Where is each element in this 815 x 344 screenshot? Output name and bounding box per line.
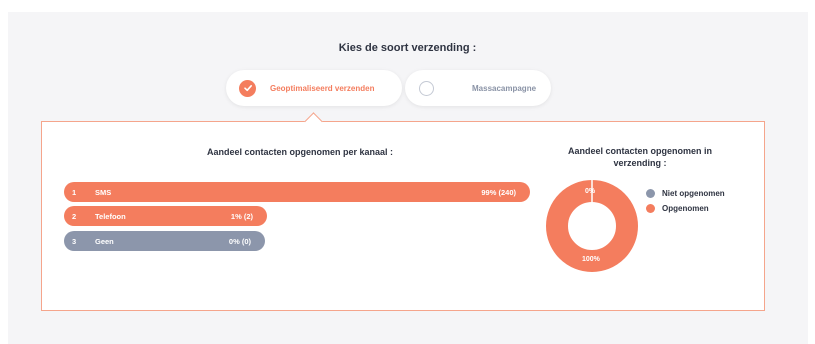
donut-label-bottom: 100% <box>582 256 600 263</box>
channel-share-title: Aandeel contacten opgenomen per kanaal : <box>206 147 394 157</box>
channel-bar-geen: 3 Geen 0% (0) <box>64 231 265 251</box>
channel-rank: 2 <box>72 211 77 221</box>
channel-rank: 1 <box>72 187 77 197</box>
radio-unchecked-icon <box>419 80 434 96</box>
send-share-title-line1: Aandeel contacten opgenomen in <box>567 146 713 156</box>
channel-name: Telefoon <box>95 211 126 221</box>
legend-label: Niet opgenomen <box>662 189 725 198</box>
legend-label: Opgenomen <box>662 204 709 213</box>
option-mass-campaign[interactable]: Massacampagne <box>405 70 551 106</box>
channel-bar-sms: 1 SMS 99% (240) <box>64 182 530 202</box>
channel-rank: 3 <box>72 236 77 246</box>
legend-item-not-taken: Niet opgenomen <box>646 189 725 198</box>
channel-name: SMS <box>95 187 112 197</box>
channel-value: 0% (0) <box>228 236 251 246</box>
send-type-heading: Kies de soort verzending : <box>338 42 477 54</box>
channel-value: 1% (2) <box>230 211 253 221</box>
option-optimized-send[interactable]: Geoptimaliseerd verzenden <box>226 70 402 106</box>
channel-bar-telefoon: 2 Telefoon 1% (2) <box>64 206 267 226</box>
option-optimized-label: Geoptimaliseerd verzenden <box>270 83 375 93</box>
send-share-title: Aandeel contacten opgenomen in verzendin… <box>545 145 735 169</box>
channel-value: 99% (240) <box>481 187 516 197</box>
donut-label-top: 0% <box>585 188 596 195</box>
legend-item-taken: Opgenomen <box>646 204 709 213</box>
channel-name: Geen <box>95 236 114 246</box>
legend-dot <box>646 204 655 213</box>
check-icon <box>239 79 256 97</box>
legend-dot <box>646 189 655 198</box>
send-share-title-line2: verzending : <box>613 158 667 168</box>
option-mass-campaign-label: Massacampagne <box>472 83 537 93</box>
